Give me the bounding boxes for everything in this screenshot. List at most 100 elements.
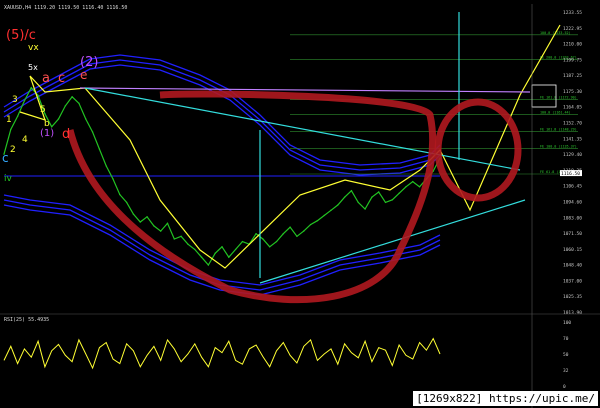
price-point [132, 213, 135, 215]
wave-label: (5)/c [6, 28, 36, 43]
price-point [166, 222, 169, 225]
price-point [241, 240, 244, 243]
price-point [418, 186, 421, 188]
y-tick-label: 1025.35 [563, 294, 582, 300]
wave-label: iv [4, 174, 13, 184]
wave-label: 5x [28, 63, 38, 72]
wave-label: vx [28, 43, 39, 53]
rsi-level-label: 0 [563, 384, 566, 390]
current-price-label: 1116.50 [561, 171, 580, 177]
y-tick-label: 1141.35 [563, 136, 582, 142]
price-point [187, 243, 189, 245]
price-point [146, 216, 148, 218]
y-tick-label: 1060.15 [563, 247, 582, 253]
price-point [377, 191, 380, 193]
price-point [139, 221, 141, 223]
price-point [98, 148, 101, 150]
wave-label: 3 [12, 95, 18, 105]
wave-label: c [2, 151, 9, 165]
y-tick-label: 1233.55 [563, 10, 582, 16]
chart-header: XAUUSD,H4 1119.20 1119.50 1116.40 1116.5… [4, 5, 127, 11]
price-point [330, 209, 332, 211]
price-point [180, 235, 182, 238]
y-tick-label: 1094.60 [563, 199, 582, 205]
price-point [275, 240, 278, 243]
price-point [262, 238, 264, 240]
price-point [10, 128, 12, 131]
y-tick-label: 1152.70 [563, 121, 582, 127]
price-point [337, 204, 339, 206]
price-point [221, 246, 223, 248]
price-point [255, 233, 257, 235]
price-point [282, 233, 285, 235]
price-point [296, 235, 298, 238]
y-tick-label: 1129.40 [563, 152, 582, 158]
y-tick-label: 1222.95 [563, 26, 582, 32]
y-tick-label: 1083.00 [563, 215, 582, 221]
price-point [91, 131, 94, 133]
wave-label: 1 [6, 115, 12, 125]
price-point [105, 165, 107, 167]
price-point [214, 252, 216, 255]
price-point [398, 192, 400, 195]
price-point [412, 180, 414, 183]
price-point [71, 96, 73, 98]
wave-label: e [80, 68, 87, 82]
y-tick-label: 1175.30 [563, 89, 582, 95]
fib-level-label: 100.0 (1161.44) [540, 111, 571, 115]
price-point [23, 99, 26, 102]
price-point [234, 248, 237, 251]
rsi-level-label: 32 [563, 368, 569, 374]
price-point [173, 238, 176, 240]
price-point [119, 193, 121, 196]
price-point [194, 248, 196, 251]
wave-label: 2 [10, 145, 16, 155]
price-point [78, 102, 80, 105]
price-point [357, 201, 359, 204]
price-point [303, 230, 305, 232]
wave-label: 4 [22, 135, 28, 145]
y-tick-label: 1199.75 [563, 57, 582, 63]
y-tick-label: 1187.25 [563, 73, 582, 79]
wave-label: a [42, 71, 50, 86]
rsi-level-label: 100 [563, 320, 571, 326]
price-point [384, 201, 387, 204]
y-tick-label: 1210.00 [563, 42, 582, 48]
price-point [405, 186, 407, 188]
price-point [391, 199, 394, 201]
y-tick-label: 1037.00 [563, 278, 582, 284]
fib-level-label: FE 161.8 (1148.29) [540, 128, 577, 132]
fib-level-label: FE 100.0 (1135.37) [540, 144, 577, 148]
price-point [309, 223, 312, 226]
price-point [289, 226, 291, 228]
price-point [112, 178, 114, 180]
rsi-header: RSI(25) 55.4935 [4, 317, 49, 323]
price-point [64, 105, 67, 107]
price-point [200, 256, 203, 258]
price-point [37, 94, 39, 97]
price-point [57, 118, 60, 120]
y-tick-label: 1106.45 [563, 184, 582, 190]
price-point [316, 219, 319, 222]
y-tick-label: 1013.90 [563, 310, 582, 316]
wave-label: b [44, 119, 50, 129]
price-point [350, 189, 353, 192]
price-point [371, 196, 373, 198]
price-point [323, 214, 325, 217]
wave-label: c [58, 71, 65, 86]
price-point [153, 225, 155, 227]
price-point [343, 196, 346, 198]
price-chart: 100.0 (1233.52)FE 200.0 (1203.67)FE 161.… [0, 0, 600, 408]
price-point [16, 115, 19, 118]
rsi-level-label: 50 [563, 352, 569, 358]
wave-label: d [62, 127, 70, 142]
rsi-level-label: 70 [563, 336, 569, 342]
price-point [228, 256, 230, 258]
price-point [159, 230, 162, 232]
wave-label: 5 [40, 105, 46, 115]
y-tick-label: 1048.40 [563, 263, 582, 269]
watermark: [1269x822] https://upic.me/ [413, 391, 598, 406]
price-point [207, 264, 210, 266]
price-point [364, 208, 366, 210]
price-point [30, 86, 32, 89]
